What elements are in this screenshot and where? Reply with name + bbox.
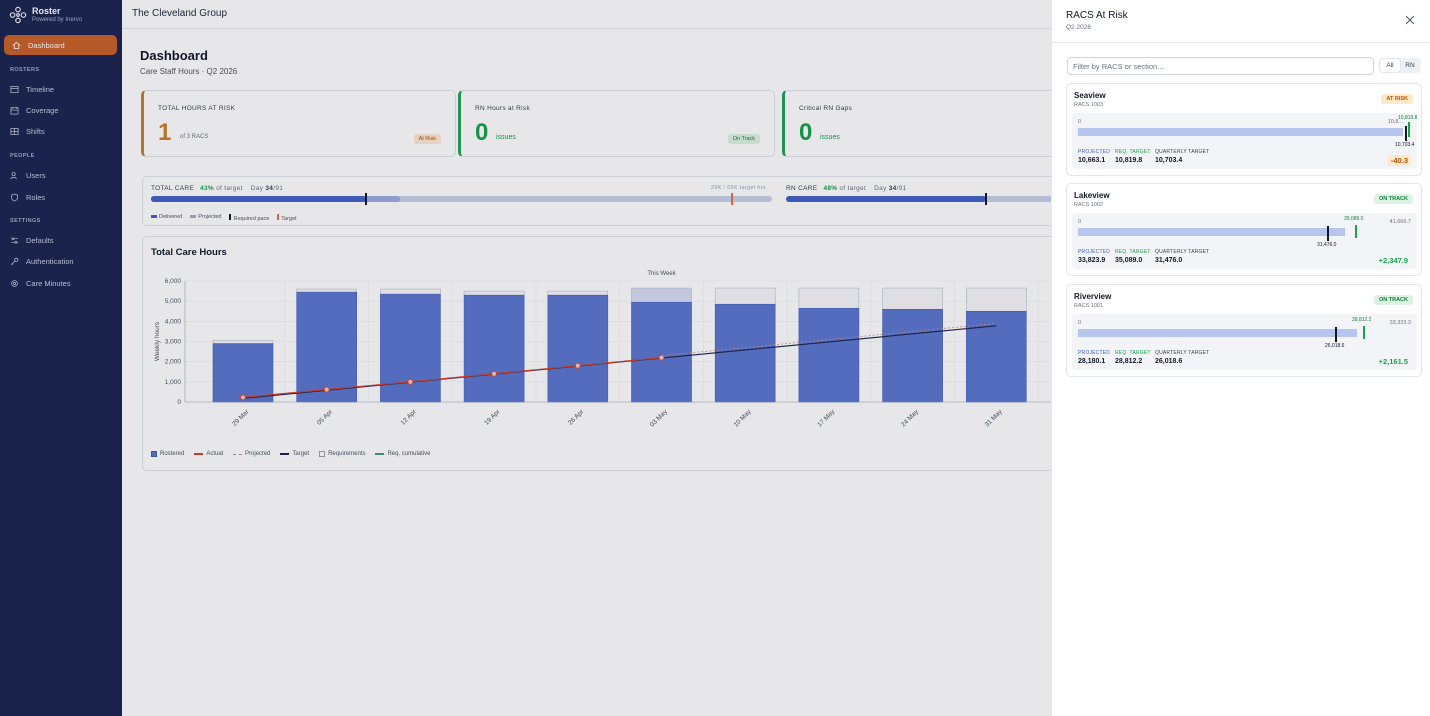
racs-filter-input[interactable] bbox=[1067, 57, 1374, 75]
projected-bar bbox=[1078, 128, 1403, 136]
projected-bar bbox=[1078, 228, 1345, 236]
racs-card[interactable]: Riverview RACS 1001 ON TRACK 0 33,333.3 28,81… bbox=[1066, 284, 1422, 377]
quarterly-target-marker bbox=[1405, 126, 1407, 141]
req-target-marker bbox=[1355, 225, 1357, 238]
req-target-marker bbox=[1408, 122, 1410, 137]
req-target-marker bbox=[1363, 326, 1365, 339]
racs-progress-panel: 0 41,666.7 35,089.0 31,476.0 PROJECTED 33,823… bbox=[1072, 213, 1417, 269]
stat-req-target: REQ. TARGET 35,089.0 bbox=[1115, 249, 1151, 264]
stat-quarterly-target: QUARTERLY TARGET 31,476.0 bbox=[1155, 249, 1210, 264]
axis-zero: 0 bbox=[1078, 320, 1082, 326]
axis-zero: 0 bbox=[1078, 119, 1082, 125]
racs-name: Seaview bbox=[1074, 91, 1106, 100]
quarterly-target-tag: 26,018.6 bbox=[1325, 343, 1345, 349]
toggle-all[interactable]: All bbox=[1380, 59, 1400, 72]
stat-req-target: REQ. TARGET 10,819.8 bbox=[1115, 149, 1151, 164]
stat-req-target: REQ. TARGET 28,812.2 bbox=[1115, 350, 1151, 365]
stat-quarterly-target: QUARTERLY TARGET 10,703.4 bbox=[1155, 149, 1210, 164]
racs-card[interactable]: Seaview RACS 1003 AT RISK 0 10,8... 10,819.8 1… bbox=[1066, 83, 1422, 176]
stat-projected: PROJECTED 28,180.1 bbox=[1078, 350, 1111, 365]
axis-zero: 0 bbox=[1078, 219, 1082, 225]
racs-progress-panel: 0 33,333.3 28,812.2 26,018.6 PROJECTED 28,180… bbox=[1072, 314, 1417, 370]
toggle-rn[interactable]: RN bbox=[1400, 59, 1420, 72]
racs-id: RACS 1002 bbox=[1074, 202, 1104, 208]
status-badge: AT RISK bbox=[1381, 94, 1413, 104]
quarterly-target-tag: 10,703.4 bbox=[1395, 142, 1415, 148]
drawer-divider bbox=[1052, 42, 1430, 43]
racs-progress-panel: 0 10,8... 10,819.8 10,703.4 PROJECTED 10,663.… bbox=[1072, 113, 1417, 169]
modal-backdrop[interactable] bbox=[0, 0, 1051, 716]
req-target-tag: 10,819.8 bbox=[1398, 115, 1418, 121]
axis-max: 41,666.7 bbox=[1389, 219, 1411, 225]
racs-id: RACS 1003 bbox=[1074, 102, 1104, 108]
racs-name: Riverview bbox=[1074, 292, 1112, 301]
req-target-tag: 28,812.2 bbox=[1352, 317, 1372, 323]
app-root: Roster Powered by Inervo Dashboard ROSTE… bbox=[0, 0, 1430, 716]
delta-value: +2,161.5 bbox=[1378, 357, 1408, 366]
status-badge: ON TRACK bbox=[1373, 194, 1413, 204]
racs-type-toggle: All RN bbox=[1379, 58, 1421, 73]
drawer-title: RACS At Risk bbox=[1066, 10, 1128, 21]
quarterly-target-marker bbox=[1327, 226, 1329, 241]
close-icon[interactable] bbox=[1404, 14, 1416, 26]
racs-id: RACS 1001 bbox=[1074, 303, 1104, 309]
delta-value: +2,347.9 bbox=[1378, 256, 1408, 265]
drawer-subtitle: Q2 2026 bbox=[1066, 24, 1091, 31]
projected-bar bbox=[1078, 329, 1357, 337]
racs-name: Lakeview bbox=[1074, 191, 1110, 200]
quarterly-target-marker bbox=[1335, 327, 1337, 342]
racs-card[interactable]: Lakeview RACS 1002 ON TRACK 0 41,666.7 35,089… bbox=[1066, 183, 1422, 276]
delta-value: -40.3 bbox=[1387, 155, 1411, 166]
racs-at-risk-drawer: RACS At Risk Q2 2026 All RN Seaview RACS … bbox=[1051, 0, 1430, 716]
stat-projected: PROJECTED 33,823.9 bbox=[1078, 249, 1111, 264]
stat-projected: PROJECTED 10,663.1 bbox=[1078, 149, 1111, 164]
req-target-tag: 35,089.0 bbox=[1344, 216, 1364, 222]
quarterly-target-tag: 31,476.0 bbox=[1317, 242, 1337, 248]
status-badge: ON TRACK bbox=[1373, 295, 1413, 305]
stat-quarterly-target: QUARTERLY TARGET 26,018.6 bbox=[1155, 350, 1210, 365]
axis-max: 33,333.3 bbox=[1389, 320, 1411, 326]
